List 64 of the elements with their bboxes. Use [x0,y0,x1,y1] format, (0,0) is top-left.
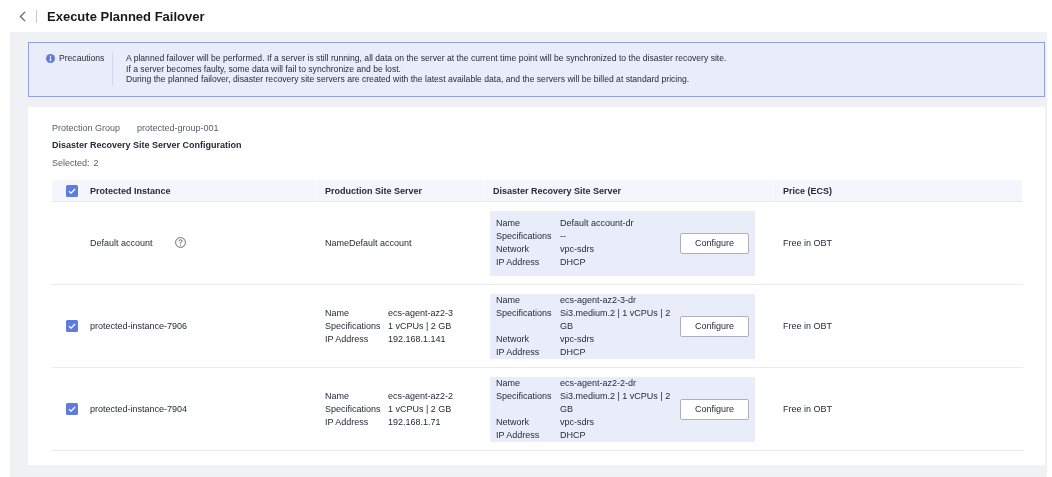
field-label: Network [496,332,530,346]
field-label: IP Address [325,332,370,346]
info-icon [46,54,55,63]
field-value: 1 vCPUs | 2 GB [388,319,453,333]
field-label: Name [496,293,521,307]
checkbox[interactable] [66,320,78,333]
field-value: protected-group-001 [137,123,219,134]
price-text: Free in OBT [783,321,832,332]
field-value: 192.168.1.141 [388,332,447,346]
section-title: Disaster Recovery Site Server Configuration [52,140,243,151]
field-value: DHCP [560,428,587,442]
field-value: Default account-dr [560,217,635,231]
field-label: IP Address [496,428,541,442]
price-text: Free in OBT [783,404,832,415]
field-label: Specifications [496,389,553,403]
notice-text: A planned failover will be performed. If a server is still running, all data on the server at the current time point will be synchronized to the disaster recovery site. [126,53,727,64]
help-icon[interactable] [174,236,186,248]
field-label: Specifications [496,230,553,244]
checkbox[interactable] [66,403,78,416]
field-value: -- [560,230,567,244]
configure-button[interactable]: Configure [680,398,749,420]
back-icon[interactable] [19,10,26,22]
instance-name: Default account [90,238,153,249]
field-value: ecs-agent-az2-2-dr [560,376,638,390]
selected-count: 2 [93,158,99,169]
field-label: Specifications [325,402,382,416]
field-label: IP Address [496,345,541,359]
field-value: 1 vCPUs | 2 GB [388,402,453,416]
field-label: Specifications [325,319,382,333]
selected-label: Selected: [52,158,90,169]
notice-text: During the planned failover, disaster recovery site servers are created with the latest available data, and the servers will be billed at standard pricing. [126,74,691,86]
instance-name: protected-instance-7906 [90,321,188,332]
notice-label: Precautions [59,53,105,64]
field-label: Name [325,306,350,320]
field-label: IP Address [325,415,370,429]
production-server: NameDefault account [325,238,412,249]
checkbox[interactable] [66,184,78,197]
field-label: IP Address [496,256,541,270]
field-value: 192.168.1.71 [388,415,442,429]
field-value: DHCP [560,345,587,359]
column-header: Price (ECS) [783,185,833,196]
field-label: Network [496,415,530,429]
column-header: Disaster Recovery Site Server [493,185,622,196]
field-value: DHCP [560,256,587,270]
field-label: Specifications [496,306,553,320]
configure-button[interactable]: Configure [680,232,749,254]
column-header: Protected Instance [90,185,171,196]
field-label: Name [325,389,350,403]
field-value: ecs-agent-az2-3 [388,306,455,320]
page-title: Execute Planned Failover [47,8,205,24]
column-header: Production Site Server [325,185,423,196]
field-value: ecs-agent-az2-3-dr [560,293,638,307]
price-text: Free in OBT [783,238,832,249]
notice-text: If a server becomes faulty, some data will fail to synchronize and be lost. [126,63,402,75]
field-value: vpc-sdrs [560,415,595,429]
field-value: vpc-sdrs [560,243,595,257]
field-label: Name [496,217,521,231]
instance-name: protected-instance-7904 [90,404,188,415]
field-value: vpc-sdrs [560,332,595,346]
field-label: Name [496,376,521,390]
field-label: Protection Group [52,123,121,134]
field-label: Network [496,243,530,257]
configure-button[interactable]: Configure [680,315,749,337]
field-value: ecs-agent-az2-2 [388,389,455,403]
